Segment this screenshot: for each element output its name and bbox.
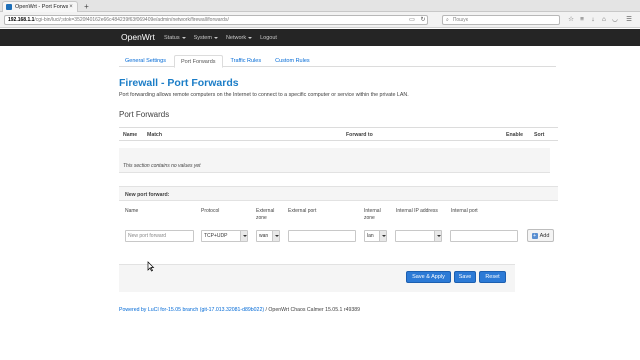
browser-tab-bar: OpenWrt - Port Forwards - LuCI × + — [0, 0, 640, 12]
add-button-label: Add — [539, 232, 550, 239]
luci-link[interactable]: Powered by LuCI for-15.05 branch (git-17… — [119, 307, 264, 313]
address-bar[interactable]: 192.168.1.1/cgi-bin/luci/;stok=3520f4016… — [4, 15, 428, 25]
table-header: Name Match Forward to Enable Sort — [119, 127, 558, 141]
reset-button[interactable]: Reset — [479, 271, 506, 283]
save-button[interactable]: Save — [454, 271, 476, 283]
brand-logo[interactable]: OpenWrt — [121, 32, 155, 42]
reading-list-icon[interactable]: ≡ — [578, 16, 586, 24]
internal-port-input[interactable] — [450, 230, 518, 242]
footer-version: / OpenWrt Chaos Calmer 15.05.1 r49389 — [265, 307, 360, 313]
tab-port-forwards[interactable]: Port Forwards — [173, 55, 223, 68]
external-zone-select[interactable]: wan — [256, 230, 280, 242]
new-forward-header: New port forward: — [119, 186, 558, 201]
nav-system-label: System — [193, 34, 212, 41]
label-name: Name — [125, 208, 139, 214]
chevron-down-icon — [248, 36, 253, 39]
new-forward-form: New port forward TCP+UDP wan lan — [119, 225, 558, 247]
label-internal-ip: Internal IP address — [396, 208, 438, 214]
label-external-zone: External zone — [256, 208, 275, 221]
browser-tab-title: OpenWrt - Port Forwards - LuCI — [15, 4, 68, 10]
firewall-subtabs: General Settings Port Forwards Traffic R… — [119, 55, 556, 68]
name-input[interactable]: New port forward — [125, 230, 194, 242]
external-port-input[interactable] — [288, 230, 356, 242]
label-internal-port: Internal port — [451, 208, 478, 214]
protocol-select[interactable]: TCP+UDP — [201, 230, 248, 242]
pocket-icon[interactable]: ◡ — [611, 16, 619, 24]
nav-system[interactable]: System — [194, 35, 218, 41]
chevron-down-icon — [272, 231, 279, 241]
url-path: /cgi-bin/luci/;stok=3520f40162e66c484239… — [34, 17, 229, 23]
browser-tab[interactable]: OpenWrt - Port Forwards - LuCI × — [2, 1, 78, 12]
tab-general-settings[interactable]: General Settings — [119, 55, 172, 67]
empty-section-text: This section contains no values yet — [123, 163, 201, 169]
tab-traffic-rules[interactable]: Traffic Rules — [225, 55, 268, 67]
mouse-cursor-icon — [147, 261, 155, 272]
label-protocol: Protocol — [201, 208, 220, 214]
page-footer: Powered by LuCI for-15.05 branch (git-17… — [119, 307, 360, 313]
page-title: Firewall - Port Forwards — [119, 77, 239, 89]
empty-table-row: This section contains no values yet — [119, 148, 550, 173]
protocol-value: TCP+UDP — [204, 233, 228, 239]
save-apply-button[interactable]: Save & Apply — [406, 271, 451, 283]
nav-network-label: Network — [225, 34, 247, 41]
chevron-down-icon — [181, 36, 186, 39]
nav-status-label: Status — [164, 34, 180, 41]
url-host: 192.168.1.1 — [8, 17, 35, 23]
chevron-down-icon — [379, 231, 386, 241]
bookmark-star-icon[interactable]: ☆ — [567, 16, 575, 24]
add-button[interactable]: + Add — [527, 229, 554, 242]
internal-zone-value: lan — [367, 233, 374, 239]
new-tab-button[interactable]: + — [82, 2, 91, 11]
col-header-match: Match — [147, 132, 162, 138]
menu-icon[interactable]: ☰ — [625, 16, 633, 24]
section-title: Port Forwards — [119, 110, 170, 119]
new-forward-title: New port forward: — [125, 192, 170, 198]
label-internal-zone: Internal zone — [364, 208, 381, 221]
search-icon: ⌕ — [446, 17, 449, 23]
col-header-forward-to: Forward to — [346, 132, 373, 138]
col-header-name: Name — [123, 132, 138, 138]
browser-nav-bar: 192.168.1.1/cgi-bin/luci/;stok=3520f4016… — [0, 12, 640, 28]
openwrt-header: OpenWrt Status System Network Logout — [0, 29, 640, 46]
page-description: Port forwarding allows remote computers … — [119, 92, 409, 98]
internal-ip-combobox[interactable] — [395, 230, 442, 242]
favicon-icon — [6, 4, 12, 10]
reload-icon[interactable]: ↻ — [419, 16, 427, 24]
col-header-enable: Enable — [506, 132, 524, 138]
external-zone-value: wan — [259, 233, 269, 239]
close-tab-icon[interactable]: × — [68, 4, 74, 10]
reader-icon[interactable]: ▭ — [408, 16, 416, 24]
nav-network[interactable]: Network — [225, 34, 253, 41]
label-external-port: External port — [288, 208, 317, 214]
tab-custom-rules[interactable]: Custom Rules — [269, 55, 316, 67]
nav-logout[interactable]: Logout — [260, 35, 277, 41]
chevron-down-icon — [434, 231, 441, 241]
col-header-sort: Sort — [534, 132, 545, 138]
chevron-down-icon — [240, 231, 247, 241]
search-input[interactable]: ⌕ Пошук — [442, 15, 560, 25]
add-icon: + — [531, 232, 538, 239]
search-placeholder: Пошук — [452, 17, 468, 23]
internal-zone-select[interactable]: lan — [364, 230, 387, 242]
nav-status[interactable]: Status — [164, 35, 186, 41]
top-navigation: Status System Network Logout — [164, 29, 285, 46]
chevron-down-icon — [213, 36, 218, 39]
home-icon[interactable]: ⌂ — [600, 16, 608, 24]
downloads-icon[interactable]: ↓ — [589, 16, 597, 24]
